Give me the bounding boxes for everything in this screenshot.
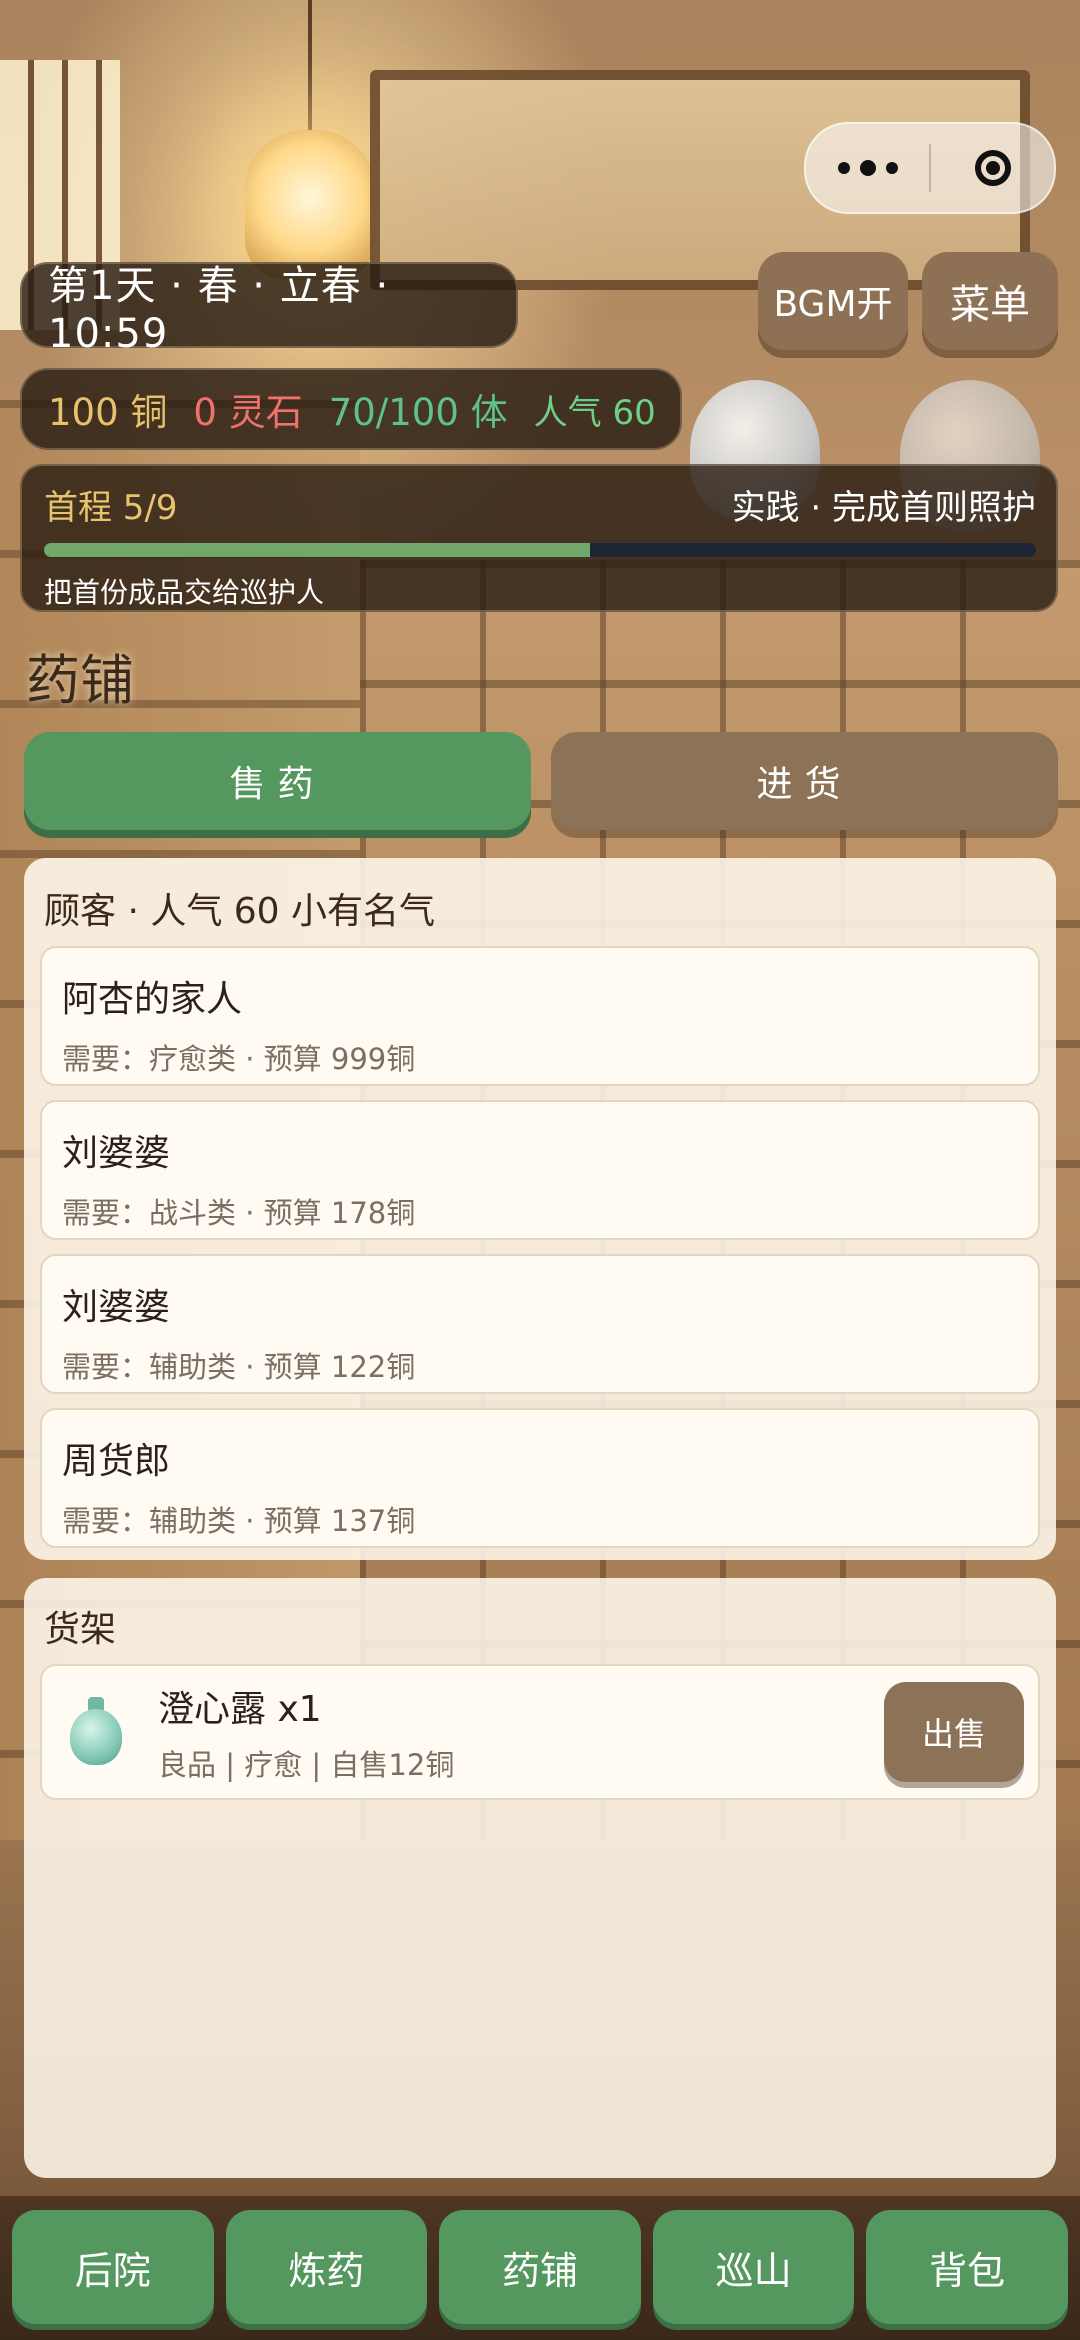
customer-card[interactable]: 周货郎 需要：辅助类 · 预算 137铜 (40, 1408, 1040, 1548)
customer-card[interactable]: 刘婆婆 需要：战斗类 · 预算 178铜 (40, 1100, 1040, 1240)
customer-need: 需要：战斗类 · 预算 178铜 (62, 1196, 416, 1230)
item-name: 澄心露 x1 (158, 1689, 322, 1730)
nav-backpack[interactable]: 背包 (866, 2210, 1068, 2324)
spirit-stone-count: 0 灵石 (193, 391, 303, 434)
shelf-panel-title: 货架 (44, 1609, 117, 1650)
bgm-toggle-button[interactable]: BGM开 (758, 252, 908, 350)
nav-backyard[interactable]: 后院 (12, 2210, 214, 2324)
customer-name: 刘婆婆 (62, 1133, 171, 1174)
customer-name: 刘婆婆 (62, 1287, 171, 1328)
customer-card[interactable]: 阿杏的家人 需要：疗愈类 · 预算 999铜 (40, 946, 1040, 1086)
bottom-nav: 后院 炼药 药铺 巡山 背包 (0, 2196, 1080, 2340)
sell-button[interactable]: 出售 (884, 1682, 1024, 1782)
item-meta: 良品 | 疗愈 | 自售12铜 (158, 1748, 455, 1782)
quest-progress-fill (44, 543, 590, 557)
customer-name: 周货郎 (62, 1441, 171, 1482)
tab-sell-medicine[interactable]: 售药 (24, 732, 531, 830)
miniprogram-capsule (804, 122, 1056, 214)
target-circle-icon[interactable] (931, 124, 1054, 212)
customer-panel-title: 顾客 · 人气 60 小有名气 (44, 891, 436, 932)
tab-restock[interactable]: 进货 (551, 732, 1058, 830)
resource-bar: 100 铜 0 灵石 70/100 体 人气 60 (20, 368, 682, 450)
customer-name: 阿杏的家人 (62, 979, 243, 1020)
quest-description: 把首份成品交给巡护人 (44, 576, 325, 609)
nav-mountain-patrol[interactable]: 巡山 (652, 2210, 855, 2324)
customer-need: 需要：辅助类 · 预算 122铜 (62, 1350, 416, 1384)
quest-title: 实践 · 完成首则照护 (731, 488, 1036, 528)
customer-panel: 顾客 · 人气 60 小有名气 阿杏的家人 需要：疗愈类 · 预算 999铜 刘… (24, 858, 1056, 1560)
more-dots-icon[interactable] (806, 124, 929, 212)
copper-count: 100 铜 (48, 391, 168, 434)
popularity-count: 人气 60 (533, 392, 656, 433)
customer-need: 需要：疗愈类 · 预算 999铜 (62, 1042, 416, 1076)
customer-need: 需要：辅助类 · 预算 137铜 (62, 1504, 416, 1538)
shelf-panel: 货架 澄心露 x1 良品 | 疗愈 | 自售12铜 出售 (24, 1578, 1056, 2178)
nav-alchemy[interactable]: 炼药 (225, 2210, 428, 2324)
day-time-text: 第1天 · 春 · 立春 · 10:59 (48, 263, 390, 357)
day-time-display: 第1天 · 春 · 立春 · 10:59 (20, 262, 518, 357)
shelf-item: 澄心露 x1 良品 | 疗愈 | 自售12铜 出售 (40, 1664, 1040, 1800)
page-title: 药铺 (26, 649, 134, 712)
lantern-cord (308, 0, 312, 130)
stamina-count: 70/100 体 (328, 391, 508, 434)
shop-tabs: 售药 进货 (24, 732, 1058, 830)
potion-bottle-icon (68, 1697, 124, 1767)
quest-progress-bar (44, 543, 1036, 557)
quest-tracker[interactable]: 首程 5/9 实践 · 完成首则照护 把首份成品交给巡护人 (20, 464, 1058, 612)
customer-card[interactable]: 刘婆婆 需要：辅助类 · 预算 122铜 (40, 1254, 1040, 1394)
quest-progress-label: 首程 5/9 (44, 488, 178, 528)
nav-pharmacy[interactable]: 药铺 (439, 2210, 641, 2324)
menu-button[interactable]: 菜单 (922, 252, 1058, 350)
